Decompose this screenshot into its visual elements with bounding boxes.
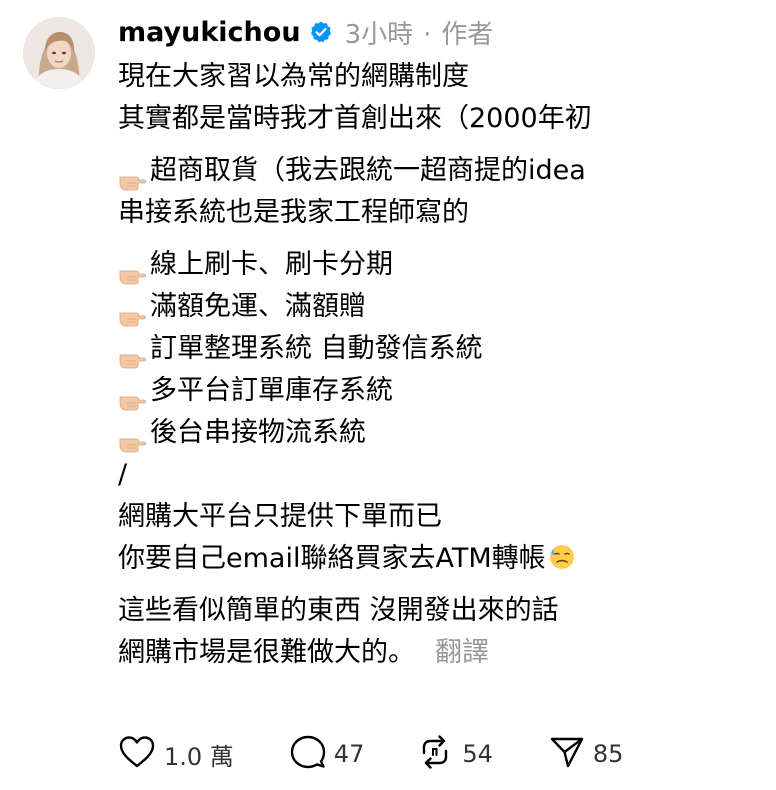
avatar[interactable] [23, 17, 95, 89]
post-line: 網購市場是很難做大的。 翻譯 [118, 632, 758, 674]
pointing-finger-icon [118, 298, 149, 327]
post-header: mayukichou 3小時 · 作者 [118, 14, 493, 50]
pointing-finger-icon [118, 256, 149, 285]
post-bullet-line: 訂單整理系統 自動發信系統 [118, 328, 758, 370]
post-bullet-line: 後台串接物流系統 [118, 412, 758, 454]
post-line: 這些看似簡單的東西 沒開發出來的話 [118, 595, 559, 626]
post-body: 現在大家習以為常的網購制度 其實都是當時我才首創出來（2000年初 超商取貨（我… [118, 56, 758, 674]
pointing-finger-icon [118, 162, 149, 191]
repost-icon [416, 733, 454, 775]
post-bullet-line: 超商取貨（我去跟統一超商提的idea [118, 150, 758, 192]
reply-button[interactable]: 47 [290, 734, 365, 774]
post-line-text: 多平台訂單庫存系統 [150, 375, 393, 406]
anxious-sweat-face-icon [548, 542, 576, 570]
post-line-text: 線上刷卡、刷卡分期 [150, 249, 393, 280]
repost-button[interactable]: 54 [416, 733, 493, 775]
post-line: 現在大家習以為常的網購制度 [118, 61, 469, 92]
author-label: 作者 [441, 19, 494, 50]
post-line-text: 網購市場是很難做大的。 [118, 637, 415, 668]
post-line: 網購大平台只提供下單而已 [118, 501, 442, 532]
post-line: 其實都是當時我才首創出來（2000年初 [118, 103, 592, 134]
post-line: 串接系統也是我家工程師寫的 [118, 197, 469, 228]
share-count: 85 [592, 740, 624, 768]
pointing-finger-icon [118, 424, 149, 453]
post-line-text: 滿額免運、滿額贈 [150, 291, 366, 322]
like-count: 1.0 萬 [164, 742, 234, 771]
verified-badge-icon [309, 20, 333, 44]
post-line-text: 後台串接物流系統 [150, 417, 366, 448]
post-line-text: 訂單整理系統 自動發信系統 [150, 333, 483, 364]
action-bar: 1.0 萬 47 54 85 [118, 732, 623, 776]
reply-count: 47 [333, 740, 365, 768]
post-line-text: 你要自己email聯絡買家去ATM轉帳 [118, 543, 546, 574]
send-icon [549, 735, 585, 773]
pointing-finger-icon [118, 340, 149, 369]
post-bullet-line: 線上刷卡、刷卡分期 [118, 244, 758, 286]
pointing-finger-icon [118, 382, 149, 411]
translate-link[interactable]: 翻譯 [435, 637, 489, 668]
comment-bubble-icon [290, 734, 326, 774]
post-line-text: 超商取貨（我去跟統一超商提的idea [150, 155, 586, 186]
share-button[interactable]: 85 [549, 735, 624, 773]
post-bullet-line: 多平台訂單庫存系統 [118, 370, 758, 412]
like-button[interactable]: 1.0 萬 [118, 735, 234, 773]
post-meta: 3小時 · 作者 [345, 14, 494, 51]
post-time[interactable]: 3小時 [345, 20, 414, 50]
heart-icon [118, 735, 156, 773]
post-line: / [118, 459, 128, 490]
thread-post: mayukichou 3小時 · 作者 現在大家習以為常的網購制度 其實都是當時我才… [0, 0, 776, 790]
repost-count: 54 [462, 740, 493, 768]
post-bullet-line: 滿額免運、滿額贈 [118, 286, 758, 328]
avatar-image [23, 17, 95, 89]
username[interactable]: mayukichou [118, 17, 301, 48]
post-line: 你要自己email聯絡買家去ATM轉帳 [118, 538, 758, 580]
meta-separator: · [423, 19, 432, 50]
